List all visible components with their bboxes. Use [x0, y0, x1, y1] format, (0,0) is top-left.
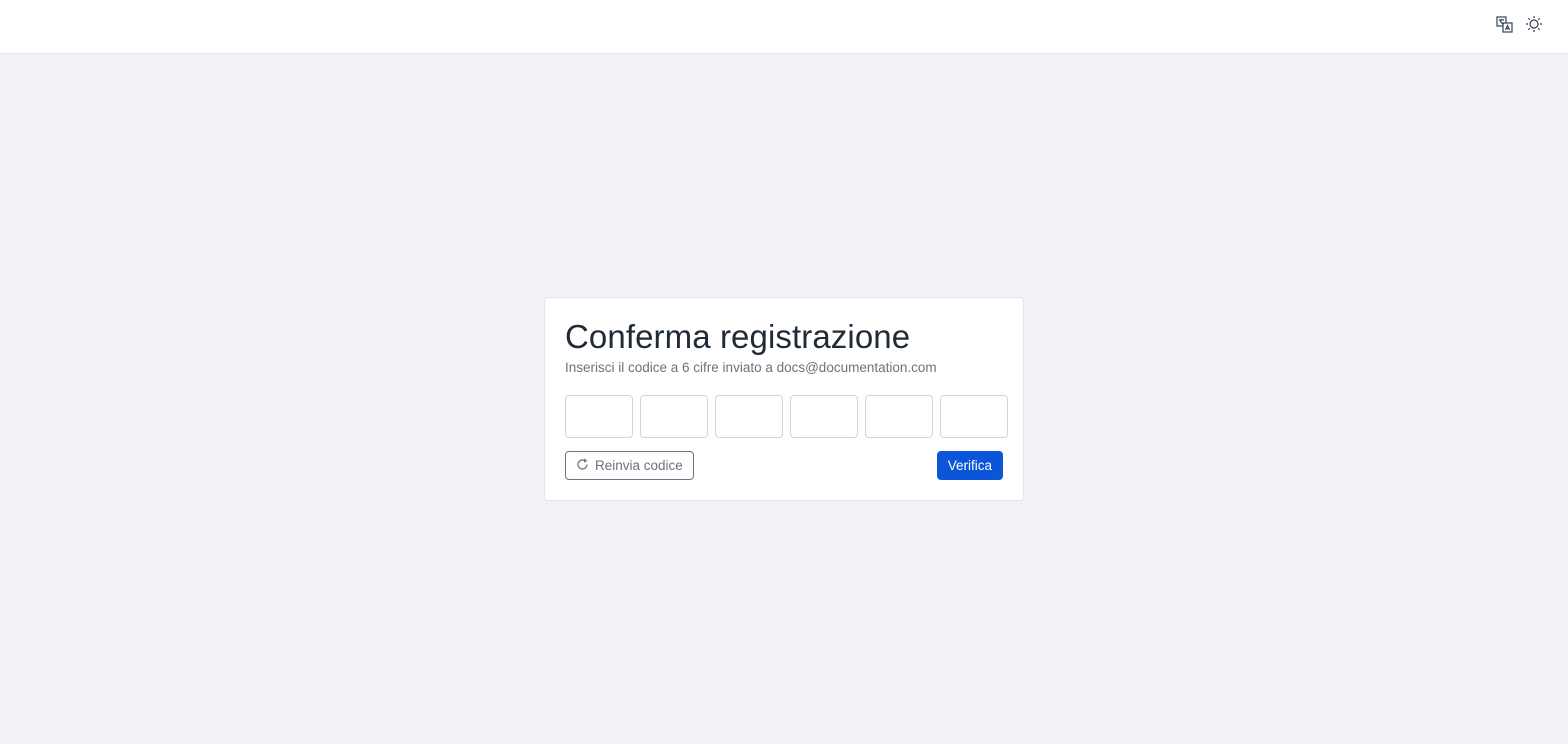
- code-digit-6[interactable]: [940, 395, 1008, 438]
- resend-code-label: Reinvia codice: [595, 458, 683, 473]
- confirm-registration-card: Conferma registrazione Inserisci il codi…: [544, 297, 1024, 501]
- code-digit-1[interactable]: [565, 395, 633, 438]
- verify-button[interactable]: Verifica: [936, 451, 1003, 480]
- instruction-text: Inserisci il codice a 6 cifre inviato a …: [565, 360, 937, 375]
- top-bar: [0, 0, 1568, 54]
- translate-icon[interactable]: [1494, 14, 1514, 34]
- code-digit-4[interactable]: [790, 395, 858, 438]
- sun-icon[interactable]: [1524, 14, 1544, 34]
- code-digit-3[interactable]: [715, 395, 783, 438]
- refresh-icon: [576, 458, 589, 474]
- card-actions: Reinvia codice Verifica: [565, 451, 1003, 480]
- top-bar-actions: [1494, 14, 1544, 34]
- page-title: Conferma registrazione: [565, 318, 911, 355]
- code-digit-5[interactable]: [865, 395, 933, 438]
- code-digit-2[interactable]: [640, 395, 708, 438]
- resend-code-button[interactable]: Reinvia codice: [565, 451, 694, 480]
- verification-code-inputs: [565, 395, 1008, 438]
